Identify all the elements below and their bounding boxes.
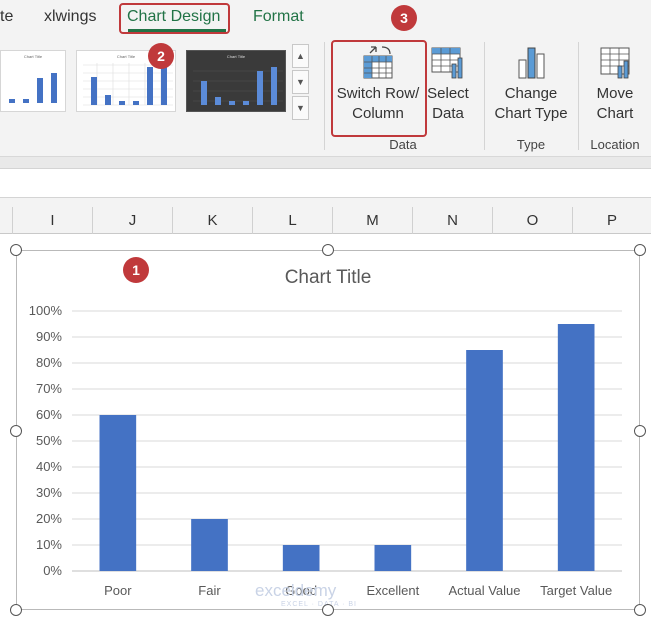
ribbon-divider	[578, 42, 579, 150]
column-header-p[interactable]: P	[572, 207, 651, 234]
y-tick-label: 100%	[29, 303, 63, 318]
formula-bar[interactable]	[0, 168, 651, 198]
gallery-up-arrow-icon[interactable]: ▲	[292, 44, 309, 68]
change-chart-type-icon	[518, 47, 545, 79]
x-tick-label: Target Value	[540, 583, 612, 598]
step-badge-1: 1	[123, 257, 149, 283]
column-header-j[interactable]: J	[92, 207, 172, 234]
bar-fair[interactable]	[191, 519, 228, 571]
step-badge-3: 3	[391, 5, 417, 31]
resize-handle-bottom-center[interactable]	[322, 604, 334, 616]
bar-excellent[interactable]	[374, 545, 412, 571]
worksheet-grid[interactable]: Chart Title 0% 10% 20% 30% 40% 50% 60% 70% 80% 90…	[0, 234, 651, 627]
resize-handle-top-right[interactable]	[634, 244, 646, 256]
y-tick-label: 70%	[36, 381, 62, 396]
y-tick-label: 40%	[36, 459, 62, 474]
watermark-sub: EXCEL · DATA · BI	[281, 601, 357, 608]
ribbon-panel: Chart Title Chart Title Chart Title ▲ ▼ …	[0, 38, 651, 156]
change-chart-type-label-1: Change	[504, 85, 558, 102]
resize-handle-bottom-left[interactable]	[10, 604, 22, 616]
chart-style-thumb-3[interactable]: Chart Title	[186, 50, 286, 112]
watermark-main: exceldemy	[255, 581, 337, 600]
move-chart-icon	[600, 47, 630, 79]
ribbon-divider	[484, 42, 485, 150]
y-tick-label: 10%	[36, 537, 62, 552]
select-data-label-2: Data	[432, 105, 464, 122]
resize-handle-middle-left[interactable]	[10, 425, 22, 437]
column-header-i[interactable]: I	[12, 207, 92, 234]
bar-target-value[interactable]	[557, 324, 595, 571]
y-tick-label: 50%	[36, 433, 62, 448]
thumb-dark-bars-icon	[193, 67, 283, 105]
y-tick-label: 30%	[36, 485, 62, 500]
select-data-icon	[431, 47, 463, 79]
ribbon-divider	[324, 42, 325, 150]
chart-design-highlight	[119, 3, 230, 34]
ribbon-tabs: te xlwings Chart Design Format	[0, 0, 651, 38]
column-header-n[interactable]: N	[412, 207, 492, 234]
column-header-l[interactable]: L	[252, 207, 332, 234]
group-label-type: Type	[516, 137, 546, 152]
bar-good[interactable]	[282, 545, 320, 571]
chart-style-thumb-1[interactable]: Chart Title	[0, 50, 66, 112]
bar-poor[interactable]	[99, 415, 137, 571]
tab-xlwings[interactable]: xlwings	[44, 8, 96, 26]
gallery-down-arrow-icon[interactable]: ▼	[292, 70, 309, 94]
chart-plot[interactable]: 0% 10% 20% 30% 40% 50% 60% 70% 80% 90% 100% Poor Fai…	[17, 251, 639, 609]
switch-row-column-highlight	[331, 40, 427, 137]
y-tick-label: 20%	[36, 511, 62, 526]
select-data-label-1: Select	[427, 85, 469, 102]
select-data-button[interactable]: Select Data	[426, 44, 470, 124]
resize-handle-top-left[interactable]	[10, 244, 22, 256]
move-chart-label-2: Chart	[596, 105, 634, 122]
x-tick-label: Excellent	[366, 583, 419, 598]
excel-window: te xlwings Chart Design Format Chart Tit…	[0, 0, 651, 627]
tab-partial[interactable]: te	[0, 8, 13, 26]
group-label-data: Data	[389, 137, 417, 152]
x-tick-label: Fair	[198, 583, 221, 598]
column-headers: I J K L M N O P	[0, 207, 651, 234]
chart-area[interactable]: Chart Title 0% 10% 20% 30% 40% 50% 60% 70% 80% 90…	[16, 250, 640, 610]
y-tick-label: 0%	[43, 563, 62, 578]
watermark: exceldemy EXCEL · DATA · BI	[255, 581, 357, 608]
change-chart-type-button[interactable]: Change Chart Type	[490, 44, 572, 124]
resize-handle-bottom-right[interactable]	[634, 604, 646, 616]
column-header-o[interactable]: O	[492, 207, 572, 234]
x-tick-label: Actual Value	[448, 583, 520, 598]
tab-format[interactable]: Format	[253, 8, 304, 26]
y-tick-label: 80%	[36, 355, 62, 370]
move-chart-button[interactable]: Move Chart	[588, 44, 642, 124]
resize-handle-top-center[interactable]	[322, 244, 334, 256]
x-tick-label: Poor	[104, 583, 132, 598]
group-label-location: Location	[590, 137, 640, 152]
column-header-k[interactable]: K	[172, 207, 252, 234]
ribbon-bottom-strip	[0, 156, 651, 168]
resize-handle-middle-right[interactable]	[634, 425, 646, 437]
move-chart-label-1: Move	[596, 85, 634, 102]
column-header-m[interactable]: M	[332, 207, 412, 234]
y-tick-label: 60%	[36, 407, 62, 422]
bar-actual-value[interactable]	[466, 350, 503, 571]
thumb-bars-icon	[9, 73, 57, 103]
gallery-more-icon[interactable]: ▼	[292, 96, 309, 120]
change-chart-type-label-2: Chart Type	[494, 105, 568, 122]
step-badge-2: 2	[148, 43, 174, 69]
y-tick-label: 90%	[36, 329, 62, 344]
gallery-scroll: ▲ ▼ ▼	[292, 44, 309, 120]
